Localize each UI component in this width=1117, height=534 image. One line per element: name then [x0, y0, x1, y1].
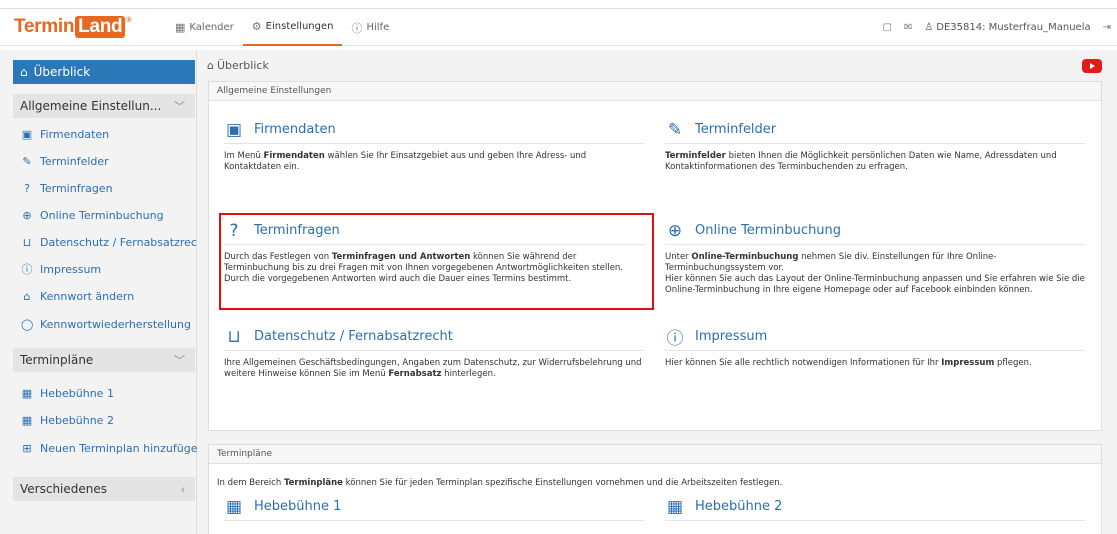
tile-online-terminbuchung: ⊕ Online Terminbuchung Unter Online-Term…	[665, 221, 1085, 296]
calendar-grid-icon: ▦	[666, 496, 684, 517]
top-right-tools: ▢ ✉ ♙ DE35814: Musterfrau_Manuela ⇥	[882, 9, 1111, 46]
sidebar-item-neuer-terminplan[interactable]: ⊞ Neuen Terminplan hinzufügen	[21, 440, 204, 456]
edit-icon: ✎	[22, 154, 32, 168]
sidebar-group-allgemeine[interactable]: Allgemeine Einstellun... ﹀	[13, 94, 195, 118]
cart-icon: ⊔	[227, 326, 241, 347]
panel-title: Allgemeine Einstellungen	[209, 82, 1101, 101]
tile-description: Im Menü Firmendaten wählen Sie Ihr Einsa…	[224, 151, 587, 172]
chevron-down-icon: ﹀	[174, 354, 185, 367]
main-nav: ▦ Kalender ⚙ Einstellungen ⓘ Hilfe	[166, 9, 398, 46]
panel-title: Terminpläne	[209, 445, 1101, 464]
youtube-icon[interactable]	[1082, 59, 1102, 73]
calendar-grid-icon: ▦	[225, 496, 243, 517]
terminland-logo[interactable]: Termin Land ®	[14, 16, 131, 38]
home-icon: ⌂	[207, 59, 214, 72]
globe-icon: ⊕	[22, 208, 32, 222]
gear-icon: ⚙	[251, 20, 262, 33]
info-icon: ⓘ	[666, 329, 684, 349]
globe-icon: ⊕	[667, 220, 683, 241]
home-icon: ⌂	[20, 65, 28, 79]
user-menu[interactable]: ♙ DE35814: Musterfrau_Manuela	[924, 22, 1090, 33]
tile-datenschutz: ⊔ Datenschutz / Fernabsatzrecht Ihre All…	[224, 327, 644, 380]
tile-title[interactable]: ⓘ Impressum	[665, 327, 1085, 351]
logout-icon[interactable]: ⇥	[1103, 22, 1111, 33]
tile-impressum: ⓘ Impressum Hier können Sie alle rechtli…	[665, 327, 1085, 369]
chevron-left-icon: ‹	[180, 482, 185, 496]
panel-allgemeine-einstellungen: Allgemeine Einstellungen ▣ Firmendaten I…	[208, 81, 1102, 431]
shield-icon: ◯	[21, 317, 34, 331]
main-content: ⌂ Überblick Allgemeine Einstellungen ▣ F…	[197, 50, 1117, 534]
help-icon: ⓘ	[351, 21, 363, 35]
tile-hebebuehne-2: ▦ Hebebühne 2	[665, 497, 1085, 521]
tile-title[interactable]: ▦ Hebebühne 2	[665, 497, 1085, 521]
tile-description: Ihre Allgemeinen Geschäftsbedingungen, A…	[224, 358, 642, 379]
calendar-grid-icon: ▦	[21, 413, 33, 427]
breadcrumb: ⌂ Überblick	[207, 59, 269, 72]
edit-icon: ✎	[667, 119, 683, 140]
tile-title[interactable]: ▣ Firmendaten	[224, 120, 644, 144]
calendar-icon: ▦	[175, 21, 186, 34]
user-icon: ♙	[924, 22, 934, 33]
calendar-icon[interactable]: ▢	[882, 22, 891, 33]
question-icon: ?	[24, 181, 30, 195]
cart-icon: ⊔	[22, 235, 32, 249]
tile-title[interactable]: ▦ Hebebühne 1	[224, 497, 644, 521]
sidebar-item-firmendaten[interactable]: ▣ Firmendaten	[21, 126, 109, 142]
tile-hebebuehne-1: ▦ Hebebühne 1	[224, 497, 644, 521]
sidebar-item-kennwortwiederherstellung[interactable]: ◯ Kennwortwiederherstellung	[21, 316, 191, 332]
sidebar-item-terminfragen[interactable]: ? Terminfragen	[21, 180, 112, 196]
nav-kalender[interactable]: ▦ Kalender	[166, 9, 243, 46]
sidebar-item-datenschutz[interactable]: ⊔ Datenschutz / Fernabsatzrecht	[21, 234, 209, 250]
sidebar-item-overview[interactable]: ⌂ Überblick	[13, 60, 195, 84]
highlight-box	[219, 213, 654, 310]
tile-description: Hier können Sie alle rechtlich notwendig…	[665, 358, 1032, 368]
id-card-icon: ▣	[21, 127, 33, 141]
sidebar-item-hebebuehne-1[interactable]: ▦ Hebebühne 1	[21, 385, 114, 401]
tile-firmendaten: ▣ Firmendaten Im Menü Firmendaten wählen…	[224, 120, 644, 173]
tile-description: Unter Online-Terminbuchung nehmen Sie di…	[665, 252, 1085, 295]
sidebar-item-online-terminbuchung[interactable]: ⊕ Online Terminbuchung	[21, 207, 163, 223]
tile-terminfelder: ✎ Terminfelder Terminfelder bieten Ihnen…	[665, 120, 1085, 173]
panel-terminplaene: Terminpläne In dem Bereich Terminpläne k…	[208, 444, 1102, 534]
lock-icon: ⌂	[23, 289, 31, 303]
sidebar-item-terminfelder[interactable]: ✎ Terminfelder	[21, 153, 108, 169]
tile-title[interactable]: ⊕ Online Terminbuchung	[665, 221, 1085, 245]
top-bar: Termin Land ® ▦ Kalender ⚙ Einstellungen…	[0, 8, 1117, 46]
mail-icon[interactable]: ✉	[904, 22, 912, 33]
tile-title[interactable]: ⊔ Datenschutz / Fernabsatzrecht	[224, 327, 644, 351]
nav-einstellungen[interactable]: ⚙ Einstellungen	[242, 9, 343, 46]
panel-description: In dem Bereich Terminpläne können Sie fü…	[217, 478, 783, 488]
chevron-down-icon: ﹀	[174, 100, 185, 113]
info-icon: ⓘ	[21, 263, 33, 276]
tile-title[interactable]: ✎ Terminfelder	[665, 120, 1085, 144]
id-card-icon: ▣	[225, 119, 243, 140]
sidebar-group-verschiedenes[interactable]: Verschiedenes ‹	[13, 477, 195, 501]
nav-hilfe[interactable]: ⓘ Hilfe	[342, 9, 398, 46]
sidebar-group-terminplaene[interactable]: Terminpläne ﹀	[13, 348, 195, 372]
sidebar-item-kennwort[interactable]: ⌂ Kennwort ändern	[21, 288, 135, 304]
calendar-grid-icon: ▦	[21, 386, 33, 400]
sidebar: ⌂ Überblick Allgemeine Einstellun... ﹀ ▣…	[0, 50, 208, 534]
sidebar-item-impressum[interactable]: ⓘ Impressum	[21, 261, 102, 277]
tile-description: Terminfelder bieten Ihnen die Möglichkei…	[665, 151, 1057, 172]
sidebar-item-hebebuehne-2[interactable]: ▦ Hebebühne 2	[21, 412, 114, 428]
calendar-add-icon: ⊞	[22, 441, 32, 455]
